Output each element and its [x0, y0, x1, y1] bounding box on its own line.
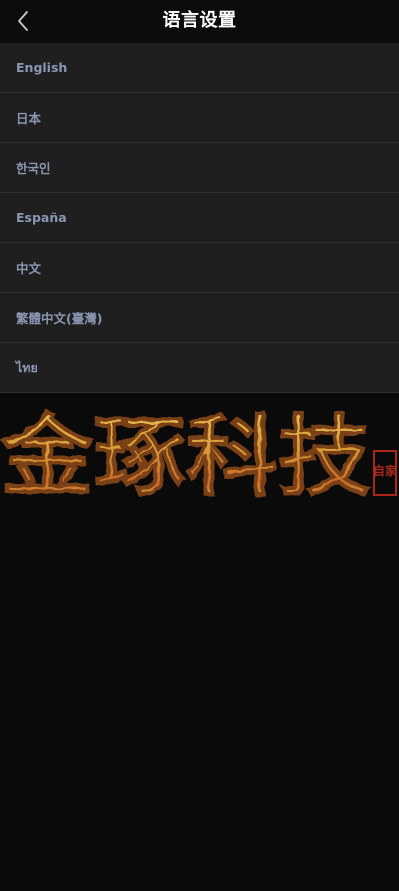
seal-stamp: 自家	[373, 450, 398, 496]
page-title: 语言设置	[162, 10, 237, 31]
language-option-english[interactable]: English	[0, 43, 399, 93]
seal-stamp-text: 自家	[373, 463, 398, 478]
language-option-japanese[interactable]: 日本	[0, 93, 399, 143]
language-option-chinese-traditional[interactable]: 繁體中文(臺灣)	[0, 293, 399, 343]
calligraphy-logo-banner: 金琢科技 自家	[0, 393, 399, 505]
language-option-spanish[interactable]: España	[0, 193, 399, 243]
language-option-korean[interactable]: 한국인	[0, 143, 399, 193]
language-list: English 日本 한국인 España 中文 繁體中文(臺灣) ไทย	[0, 43, 399, 393]
calligraphy-logo-text: 金琢科技	[0, 404, 371, 505]
top-nav-bar: 语言设置	[0, 0, 399, 43]
language-option-thai[interactable]: ไทย	[0, 343, 399, 393]
language-option-chinese-simplified[interactable]: 中文	[0, 243, 399, 293]
